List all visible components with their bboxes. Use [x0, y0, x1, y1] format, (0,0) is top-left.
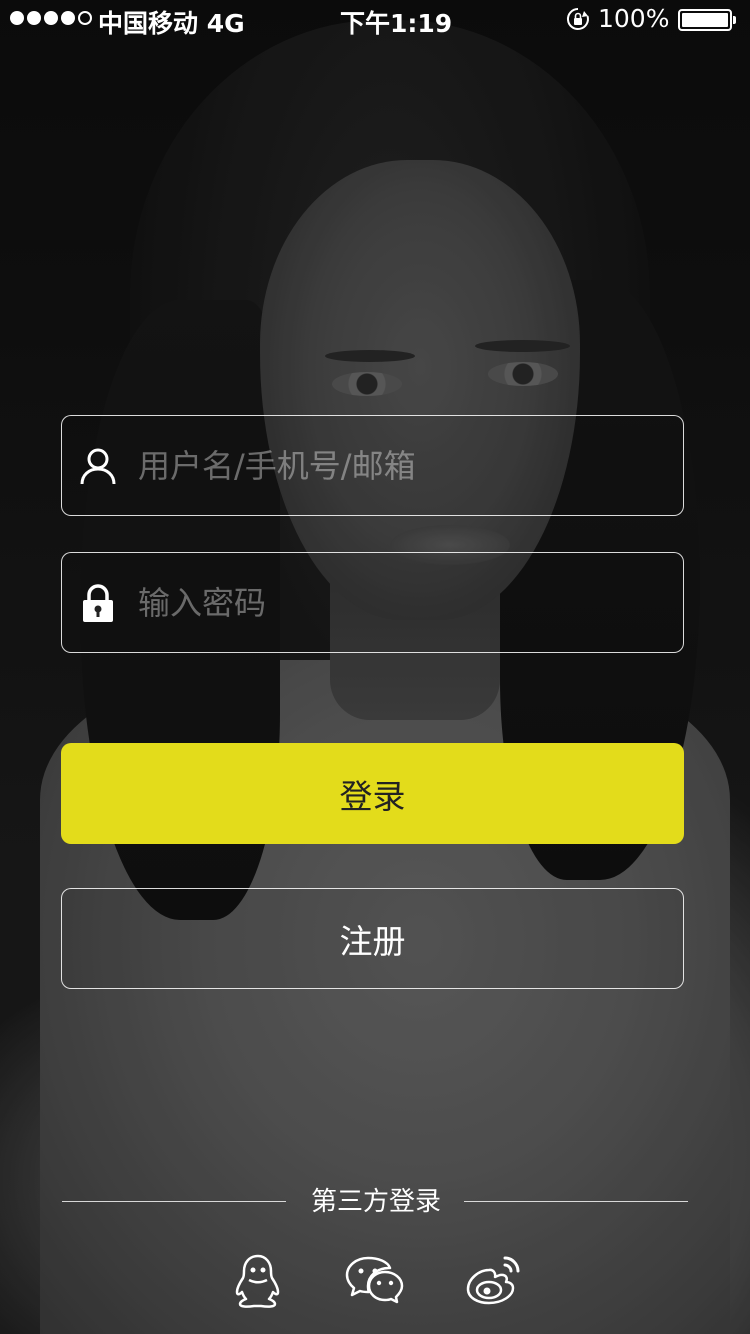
password-field[interactable]	[61, 552, 684, 653]
username-field[interactable]	[61, 415, 684, 516]
username-input[interactable]	[138, 446, 683, 485]
background-photo	[0, 0, 750, 1334]
status-bar: 中国移动 4G 下午1:19 100%	[0, 0, 750, 40]
user-icon	[80, 448, 116, 484]
divider-line-right	[464, 1201, 688, 1202]
password-input[interactable]	[138, 583, 683, 622]
orientation-lock-icon	[566, 7, 589, 30]
login-button[interactable]: 登录	[61, 743, 684, 844]
signal-strength-icon	[10, 11, 92, 25]
third-party-label: 第三方登录	[310, 1187, 441, 1217]
login-screen: 中国移动 4G 下午1:19 100% 登录 注册 第三方登	[0, 0, 750, 1334]
clock: 下午1:19	[340, 9, 453, 38]
carrier-label: 中国移动 4G	[98, 9, 245, 38]
third-party-divider: 第三方登录	[62, 1180, 688, 1224]
weibo-icon[interactable]	[464, 1250, 524, 1310]
register-button[interactable]: 注册	[61, 888, 684, 989]
battery-icon	[678, 9, 736, 31]
lock-icon	[83, 583, 113, 622]
divider-line-left	[62, 1201, 286, 1202]
qq-icon[interactable]	[228, 1250, 288, 1310]
battery-percentage: 100%	[598, 4, 670, 33]
wechat-icon[interactable]	[344, 1250, 404, 1310]
